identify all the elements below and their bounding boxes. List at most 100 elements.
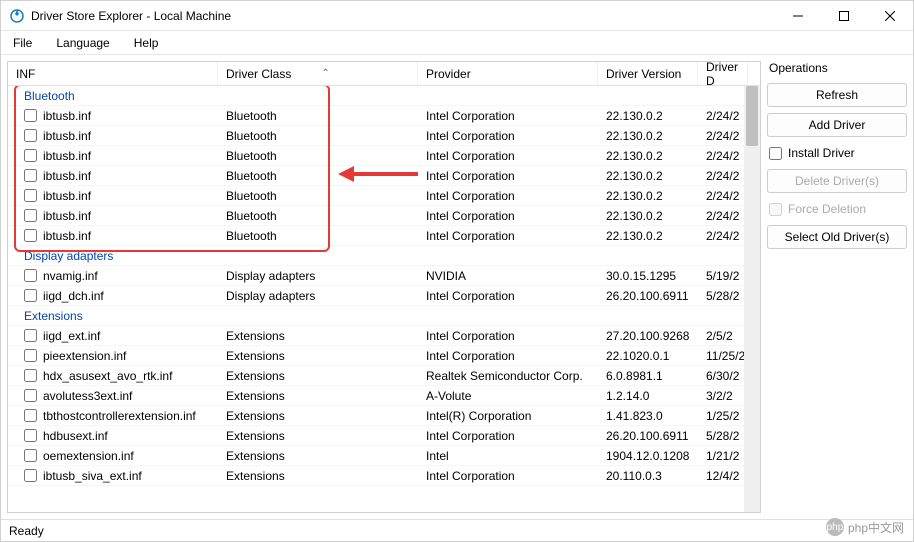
cell-date: 12/4/2 [698,469,748,483]
cell-version: 22.130.0.2 [598,149,698,163]
row-checkbox[interactable] [24,189,37,202]
row-checkbox[interactable] [24,109,37,122]
maximize-button[interactable] [821,1,867,30]
cell-date: 5/28/2 [698,429,748,443]
cell-inf: ibtusb.inf [43,169,91,183]
table-row[interactable]: ibtusb_siva_ext.infExtensionsIntel Corpo… [8,466,760,486]
grid-body[interactable]: Bluetoothibtusb.infBluetoothIntel Corpor… [8,86,760,512]
force-deletion-label: Force Deletion [788,202,866,216]
table-row[interactable]: hdbusext.infExtensionsIntel Corporation2… [8,426,760,446]
table-row[interactable]: ibtusb.infBluetoothIntel Corporation22.1… [8,126,760,146]
refresh-button[interactable]: Refresh [767,83,907,107]
driver-grid: INF Driver Class Provider Driver Version… [7,61,761,513]
cell-version: 22.130.0.2 [598,229,698,243]
cell-class: Bluetooth [218,129,418,143]
group-row[interactable]: Extensions [8,306,760,326]
cell-class: Bluetooth [218,149,418,163]
cell-class: Extensions [218,429,418,443]
cell-class: Display adapters [218,289,418,303]
column-provider[interactable]: Provider [418,62,598,85]
cell-version: 27.20.100.9268 [598,329,698,343]
menu-language[interactable]: Language [52,34,113,52]
row-checkbox[interactable] [24,429,37,442]
cell-provider: Intel Corporation [418,169,598,183]
table-row[interactable]: ibtusb.inf BluetoothIntel Corporation22.1… [8,166,760,186]
cell-provider: Intel Corporation [418,129,598,143]
column-driver-date[interactable]: Driver D [698,62,748,85]
table-row[interactable]: ibtusb.infBluetoothIntel Corporation22.1… [8,106,760,126]
row-checkbox[interactable] [24,389,37,402]
row-checkbox[interactable] [24,349,37,362]
row-checkbox[interactable] [24,269,37,282]
table-row[interactable]: nvamig.infDisplay adaptersNVIDIA30.0.15.… [8,266,760,286]
row-checkbox[interactable] [24,229,37,242]
select-old-drivers-button[interactable]: Select Old Driver(s) [767,225,907,249]
vertical-scrollbar[interactable] [744,86,760,512]
cell-date: 5/28/2 [698,289,748,303]
app-icon [9,8,25,24]
cell-class: Extensions [218,349,418,363]
content-area: INF Driver Class Provider Driver Version… [1,55,913,519]
cell-version: 22.130.0.2 [598,129,698,143]
row-checkbox[interactable] [24,449,37,462]
row-checkbox[interactable] [24,169,37,182]
group-row[interactable]: Bluetooth [8,86,760,106]
cell-provider: Intel [418,449,598,463]
row-checkbox[interactable] [24,129,37,142]
table-row[interactable]: ibtusb.infBluetoothIntel Corporation22.1… [8,146,760,166]
cell-version: 1.41.823.0 [598,409,698,423]
cell-class: Extensions [218,329,418,343]
table-row[interactable]: avolutess3ext.infExtensionsA-Volute1.2.1… [8,386,760,406]
column-inf[interactable]: INF [8,62,218,85]
window-title: Driver Store Explorer - Local Machine [31,9,775,23]
cell-inf: pieextension.inf [43,349,126,363]
titlebar[interactable]: Driver Store Explorer - Local Machine [1,1,913,31]
row-checkbox[interactable] [24,369,37,382]
cell-provider: Intel Corporation [418,349,598,363]
table-row[interactable]: ibtusb.infBluetoothIntel Corporation22.1… [8,206,760,226]
cell-inf: avolutess3ext.inf [43,389,132,403]
row-checkbox[interactable] [24,149,37,162]
menu-file[interactable]: File [9,34,36,52]
menu-help[interactable]: Help [130,34,163,52]
cell-date: 2/5/2 [698,329,748,343]
cell-version: 6.0.8981.1 [598,369,698,383]
row-checkbox[interactable] [24,469,37,482]
column-driver-class[interactable]: Driver Class [218,62,418,85]
row-checkbox[interactable] [24,209,37,222]
grid-header: INF Driver Class Provider Driver Version… [8,62,760,86]
delete-drivers-button[interactable]: Delete Driver(s) [767,169,907,193]
table-row[interactable]: iigd_ext.infExtensionsIntel Corporation2… [8,326,760,346]
table-row[interactable]: ibtusb.infBluetoothIntel Corporation22.1… [8,226,760,246]
cell-version: 22.130.0.2 [598,169,698,183]
close-button[interactable] [867,1,913,30]
cell-class: Bluetooth [218,189,418,203]
operations-label: Operations [767,61,907,77]
table-row[interactable]: hdx_asusext_avo_rtk.infExtensionsRealtek… [8,366,760,386]
cell-inf: tbthostcontrollerextension.inf [43,409,196,423]
cell-provider: Intel Corporation [418,189,598,203]
table-row[interactable]: tbthostcontrollerextension.infExtensions… [8,406,760,426]
cell-inf: ibtusb.inf [43,209,91,223]
row-checkbox[interactable] [24,289,37,302]
scroll-thumb[interactable] [746,86,758,146]
table-row[interactable]: oemextension.infExtensionsIntel1904.12.0… [8,446,760,466]
cell-date: 6/30/2 [698,369,748,383]
group-row[interactable]: Display adapters [8,246,760,266]
watermark-logo-icon: php [826,518,844,536]
cell-date: 2/24/2 [698,129,748,143]
cell-version: 20.110.0.3 [598,469,698,483]
install-driver-check-input[interactable] [769,147,782,160]
table-row[interactable]: ibtusb.infBluetoothIntel Corporation22.1… [8,186,760,206]
table-row[interactable]: iigd_dch.infDisplay adaptersIntel Corpor… [8,286,760,306]
cell-version: 22.130.0.2 [598,109,698,123]
row-checkbox[interactable] [24,409,37,422]
add-driver-button[interactable]: Add Driver [767,113,907,137]
table-row[interactable]: pieextension.inf ExtensionsIntel Corporat… [8,346,760,366]
minimize-button[interactable] [775,1,821,30]
cell-class: Extensions [218,389,418,403]
column-driver-version[interactable]: Driver Version [598,62,698,85]
cell-class: Bluetooth [218,169,418,183]
row-checkbox[interactable] [24,329,37,342]
install-driver-checkbox[interactable]: Install Driver [767,143,907,163]
